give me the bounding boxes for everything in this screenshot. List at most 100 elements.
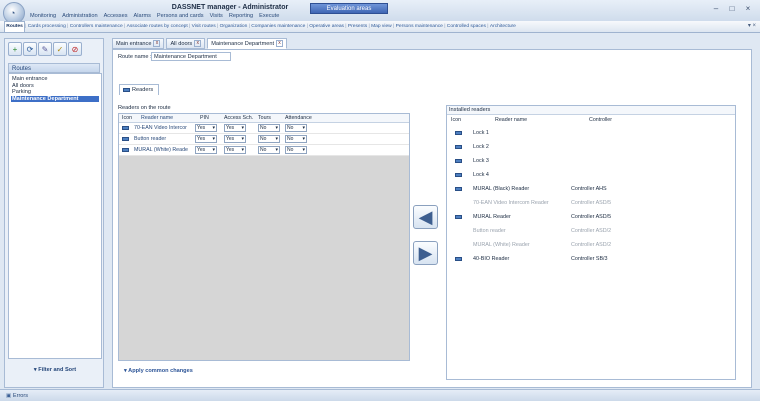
tours-dropdown[interactable]: No bbox=[258, 146, 280, 154]
table-row[interactable]: Button reader Yes Yes No No bbox=[119, 134, 409, 145]
reader-name-cell: Lock 3 bbox=[473, 158, 489, 164]
remove-reader-arrow-icon[interactable]: ▶ bbox=[413, 241, 438, 265]
tours-dropdown[interactable]: No bbox=[258, 124, 280, 132]
tours-dropdown[interactable]: No bbox=[258, 135, 280, 143]
tab-companies-maintenance[interactable]: Companies maintenance bbox=[250, 22, 307, 32]
pin-dropdown[interactable]: Yes bbox=[195, 124, 217, 132]
reader-icon bbox=[451, 256, 473, 262]
add-icon[interactable]: + bbox=[8, 42, 22, 56]
table-row[interactable]: 70-EAN Video Intercom Reader Controller A… bbox=[451, 196, 731, 210]
table-row[interactable]: 70-EAN Video Intercor Yes Yes No No bbox=[119, 123, 409, 134]
attendance-dropdown[interactable]: No bbox=[285, 124, 307, 132]
menu-monitoring[interactable]: Monitoring bbox=[30, 11, 56, 21]
close-tab-icon[interactable]: x bbox=[276, 40, 284, 47]
routes-list[interactable]: Main entrance All doors Parking Maintena… bbox=[8, 73, 102, 359]
close-tab-icon[interactable]: x bbox=[153, 40, 161, 47]
tab-controllers-maintenance[interactable]: Controllers maintenance bbox=[68, 22, 124, 32]
menu-accesses[interactable]: Accesses bbox=[104, 11, 128, 21]
reader-name-cell: 70-EAN Video Intercor bbox=[134, 125, 187, 131]
reader-icon bbox=[451, 214, 473, 220]
menu-persons-cards[interactable]: Persons and cards bbox=[157, 11, 204, 21]
tab-pin-close-icon[interactable]: ▾ × bbox=[748, 22, 756, 29]
access-schedule-dropdown[interactable]: Yes bbox=[224, 124, 246, 132]
menu-bar: Monitoring Administration Accesses Alarm… bbox=[26, 11, 279, 21]
reader-name-cell: Lock 4 bbox=[473, 172, 489, 178]
doctab-main-entrance[interactable]: Main entrance x bbox=[112, 38, 165, 49]
tab-cards-processing[interactable]: Cards processing bbox=[26, 22, 67, 32]
controller-cell: Controller AHS bbox=[571, 186, 607, 192]
menu-reporting[interactable]: Reporting bbox=[229, 11, 253, 21]
readers-on-route-grid[interactable]: Icon Reader name PIN Access Sch. Tours A… bbox=[118, 113, 410, 361]
col-pin[interactable]: PIN bbox=[195, 114, 224, 122]
table-row[interactable]: MURAL (White) Reade Yes Yes No No bbox=[119, 145, 409, 156]
tab-operative-areas[interactable]: Operative areas bbox=[308, 22, 345, 32]
accept-icon[interactable]: ✓ bbox=[53, 42, 67, 56]
table-row[interactable]: MURAL (Black) Reader Controller AHS bbox=[451, 182, 731, 196]
route-name-field[interactable]: Maintenance Department bbox=[151, 52, 231, 61]
table-row[interactable]: Button reader Controller ASD/2 bbox=[451, 224, 731, 238]
menu-visits[interactable]: Visits bbox=[210, 11, 223, 21]
col-reader-name[interactable]: Reader name bbox=[133, 114, 195, 122]
reader-icon bbox=[119, 125, 133, 131]
tab-controlled-spaces[interactable]: Controlled spaces bbox=[445, 22, 487, 32]
reader-name-cell: Button reader bbox=[473, 228, 506, 234]
doctab-maintenance-department[interactable]: Maintenance Department x bbox=[207, 38, 288, 49]
table-row[interactable]: Lock 4 bbox=[451, 168, 731, 182]
minimize-button[interactable]: – bbox=[710, 4, 722, 14]
routes-toolbar: + ⟳ ✎ ✓ ⊘ bbox=[8, 42, 82, 58]
access-schedule-dropdown[interactable]: Yes bbox=[224, 146, 246, 154]
table-row[interactable]: Lock 1 bbox=[451, 126, 731, 140]
tab-associate-routes[interactable]: Associate routes by concept bbox=[125, 22, 189, 32]
close-button[interactable]: × bbox=[742, 4, 754, 14]
errors-button[interactable]: ▣ Errors bbox=[6, 392, 28, 401]
table-row[interactable]: Lock 3 bbox=[451, 154, 731, 168]
menu-execute[interactable]: Execute bbox=[259, 11, 279, 21]
grid-header: Icon Reader name PIN Access Sch. Tours A… bbox=[119, 114, 409, 123]
reader-icon bbox=[451, 144, 473, 150]
table-row[interactable]: MURAL (White) Reader Controller ASD/2 bbox=[451, 238, 731, 252]
tab-visit-routes[interactable]: Visit routes bbox=[190, 22, 217, 32]
table-row[interactable]: MURAL Reader Controller ASD/5 bbox=[451, 210, 731, 224]
controller-cell: Controller ASD/5 bbox=[571, 214, 612, 220]
doctab-all-doors[interactable]: All doors x bbox=[166, 38, 206, 49]
maximize-button[interactable]: □ bbox=[726, 4, 738, 14]
apply-common-changes-button[interactable]: ▾ Apply common changes bbox=[124, 368, 193, 374]
pin-dropdown[interactable]: Yes bbox=[195, 146, 217, 154]
table-row[interactable]: 40-BIO Reader Controller SB/3 bbox=[451, 252, 731, 266]
reader-name-cell: MURAL Reader bbox=[473, 214, 511, 220]
installed-readers-grid[interactable]: Installed readers Icon Reader name Contr… bbox=[446, 105, 736, 380]
tab-architecture[interactable]: Architecture bbox=[489, 22, 518, 32]
controller-cell: Controller ASD/2 bbox=[571, 228, 612, 234]
reader-name-cell: MURAL (White) Reade bbox=[134, 147, 188, 153]
menu-alarms[interactable]: Alarms bbox=[134, 11, 151, 21]
route-maintenance-department[interactable]: Maintenance Department bbox=[11, 95, 99, 102]
tab-presents[interactable]: Presents bbox=[347, 22, 369, 32]
attendance-dropdown[interactable]: No bbox=[285, 135, 307, 143]
col-tours[interactable]: Tours bbox=[258, 114, 285, 122]
pin-dropdown[interactable]: Yes bbox=[195, 135, 217, 143]
col-icon[interactable]: Icon bbox=[119, 114, 133, 122]
col-access-schedule[interactable]: Access Sch. bbox=[224, 114, 258, 122]
menu-administration[interactable]: Administration bbox=[62, 11, 97, 21]
evaluation-badge[interactable]: Evaluation areas bbox=[310, 3, 388, 14]
tab-map-view[interactable]: Map view bbox=[370, 22, 393, 32]
add-reader-arrow-icon[interactable]: ◀ bbox=[413, 205, 438, 229]
edit-icon[interactable]: ✎ bbox=[38, 42, 52, 56]
col-reader-name[interactable]: Reader name bbox=[469, 116, 579, 125]
delete-icon[interactable]: ⊘ bbox=[68, 42, 82, 56]
tab-persons-maintenance[interactable]: Persons maintenance bbox=[394, 22, 444, 32]
table-row[interactable]: Lock 2 bbox=[451, 140, 731, 154]
attendance-dropdown[interactable]: No bbox=[285, 146, 307, 154]
filter-and-sort-button[interactable]: ▾ Filter and Sort bbox=[8, 363, 102, 377]
close-tab-icon[interactable]: x bbox=[194, 40, 202, 47]
refresh-icon[interactable]: ⟳ bbox=[23, 42, 37, 56]
reader-name-cell: 70-EAN Video Intercom Reader bbox=[473, 200, 549, 206]
col-icon[interactable]: Icon bbox=[447, 116, 469, 125]
col-controller[interactable]: Controller bbox=[579, 116, 689, 125]
col-attendance[interactable]: Attendance bbox=[285, 114, 320, 122]
access-schedule-dropdown[interactable]: Yes bbox=[224, 135, 246, 143]
tab-readers[interactable]: Readers bbox=[119, 84, 159, 95]
tab-organization[interactable]: Organization bbox=[218, 22, 248, 32]
doctab-label: All doors bbox=[170, 40, 193, 47]
tab-routes[interactable]: Routes bbox=[4, 21, 26, 32]
